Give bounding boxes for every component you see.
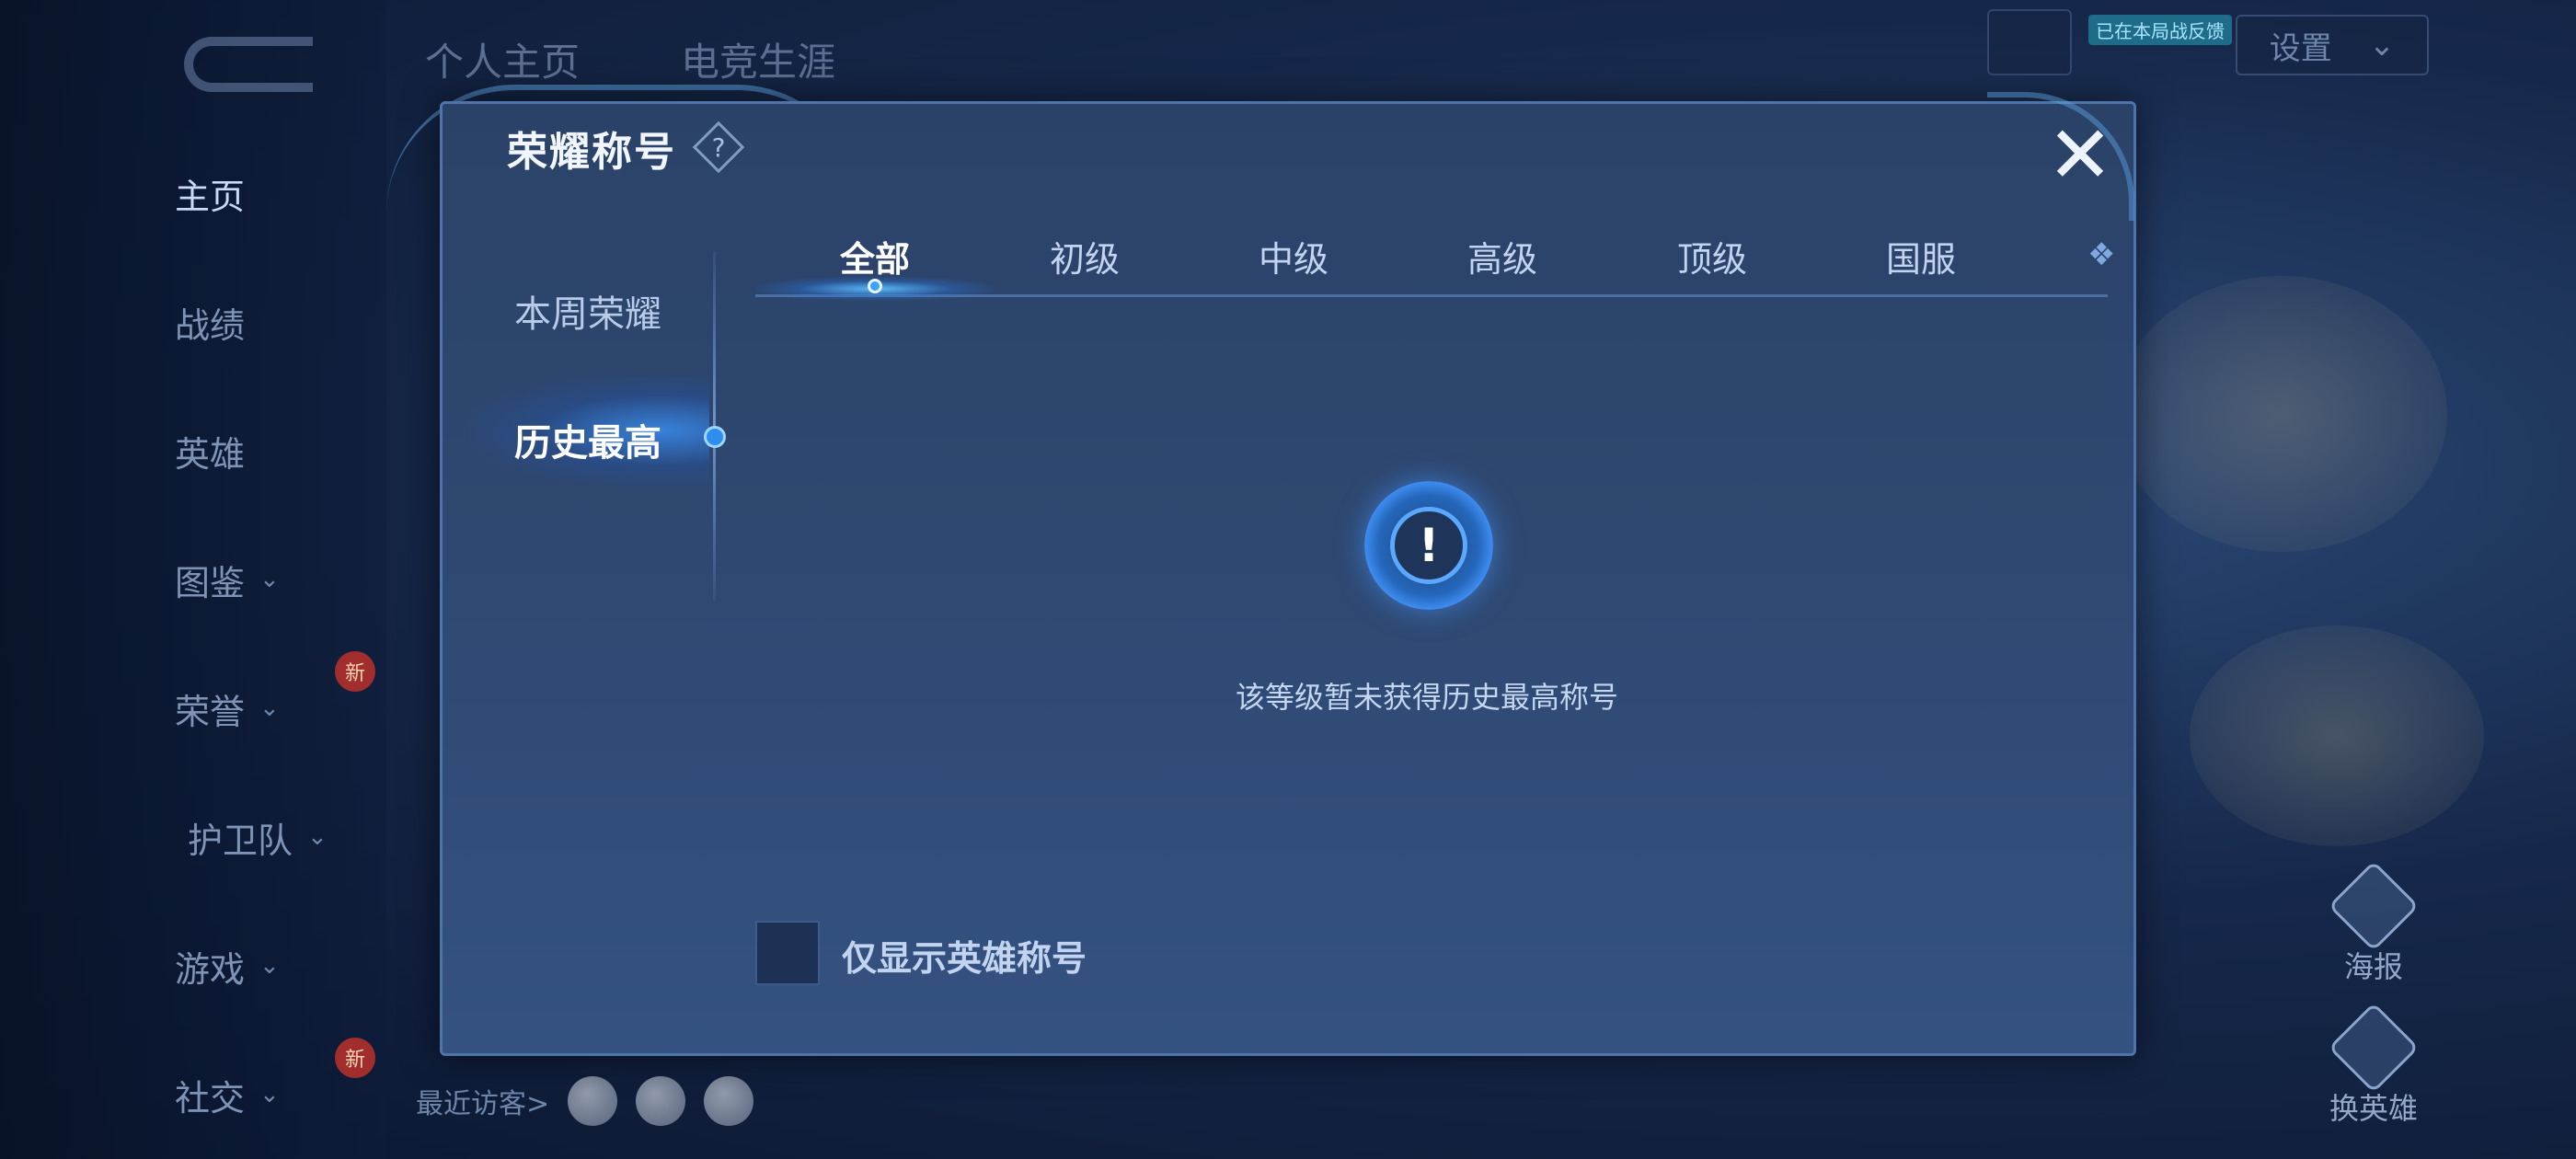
sidebar-item-label: 荣誉 xyxy=(175,691,246,732)
modal-title: 荣耀称号 xyxy=(507,129,676,176)
poster-icon xyxy=(2328,860,2420,952)
background-feather-decoration xyxy=(2190,625,2484,846)
chevron-down-icon: ⌄ xyxy=(259,566,280,593)
honor-title-modal: 荣耀称号 ? ✕ 本周荣耀 历史最高 全部 初级 中级 高级 顶级 国服 ❖ !… xyxy=(440,101,2136,1056)
tab-all[interactable]: 全部 xyxy=(811,231,939,281)
settings-label: 设置 xyxy=(2269,29,2332,67)
tab-national[interactable]: 国服 xyxy=(1857,231,1985,281)
poster-label: 海报 xyxy=(2343,949,2403,984)
recent-visitors[interactable]: 最近访客> xyxy=(416,1076,754,1126)
sidebar-item-label: 战绩 xyxy=(175,304,246,346)
level-tabs: 全部 初级 中级 高级 顶级 国服 ❖ xyxy=(755,224,2115,301)
exclamation-icon: ! xyxy=(1390,507,1467,584)
sidebar-item-honor[interactable]: 荣誉 ⌄ xyxy=(175,671,359,745)
side-tab-history-best[interactable]: 历史最高 xyxy=(514,413,661,466)
bg-tab-profile[interactable]: 个人主页 xyxy=(425,31,580,87)
sidebar-item-guard[interactable]: 护卫队 ⌄ xyxy=(188,800,372,874)
more-tabs-icon[interactable]: ❖ xyxy=(2087,236,2115,273)
sidebar-item-label: 社交 xyxy=(175,1077,246,1119)
hero-title-only-checkbox[interactable] xyxy=(755,921,820,985)
sidebar-item-game[interactable]: 游戏 ⌄ xyxy=(175,929,359,1003)
help-icon-glyph: ? xyxy=(711,132,726,163)
hero-title-only-label[interactable]: 仅显示英雄称号 xyxy=(842,930,1087,981)
empty-state-emblem: ! xyxy=(1355,472,1502,619)
empty-state-message: 该等级暂未获得历史最高称号 xyxy=(1235,680,1618,715)
sidebar-item-home[interactable]: 主页 xyxy=(175,156,359,230)
chevron-down-icon: ⌄ xyxy=(307,823,328,851)
qq-icon[interactable] xyxy=(1987,9,2072,75)
recent-visitors-label: 最近访客> xyxy=(416,1088,550,1120)
avatar[interactable] xyxy=(568,1076,618,1126)
sidebar-item-label: 游戏 xyxy=(175,948,246,990)
tab-middle[interactable]: 中级 xyxy=(1229,231,1358,281)
tab-junior[interactable]: 初级 xyxy=(1020,231,1149,281)
help-icon[interactable]: ? xyxy=(696,124,742,170)
switch-hero-icon xyxy=(2328,1002,2420,1094)
sidebar-item-label: 护卫队 xyxy=(188,820,293,861)
settings-dropdown[interactable]: 设置 ⌄ xyxy=(2236,15,2429,75)
sidebar-item-codex[interactable]: 图鉴 ⌄ xyxy=(175,543,359,616)
background-feather-decoration xyxy=(2116,276,2447,552)
new-badge: 新 xyxy=(335,651,375,692)
switch-hero-label: 换英雄 xyxy=(2329,1091,2418,1126)
sidebar-item-label: 图鉴 xyxy=(175,562,246,603)
sidebar-item-label: 主页 xyxy=(175,176,246,217)
side-tab-indicator-icon xyxy=(704,426,726,448)
tab-top[interactable]: 顶级 xyxy=(1648,231,1777,281)
side-tab-weekly[interactable]: 本周荣耀 xyxy=(514,284,661,338)
chevron-down-icon: ⌄ xyxy=(259,1081,280,1108)
tab-senior[interactable]: 高级 xyxy=(1438,231,1567,281)
new-badge: 新 xyxy=(335,1038,375,1078)
switch-hero-button[interactable]: 换英雄 xyxy=(2309,1002,2438,1128)
sidebar-item-label: 英雄 xyxy=(175,433,246,475)
poster-button[interactable]: 海报 xyxy=(2309,860,2438,986)
back-arrow-icon[interactable] xyxy=(184,37,313,92)
chevron-down-icon: ⌄ xyxy=(259,952,280,980)
live-tag: 已在本局战反馈 xyxy=(2088,15,2232,45)
avatar[interactable] xyxy=(636,1076,686,1126)
chevron-down-icon: ⌄ xyxy=(259,694,280,722)
bg-tab-esports[interactable]: 电竞生涯 xyxy=(681,31,835,87)
chevron-down-icon: ⌄ xyxy=(2368,27,2396,63)
avatar[interactable] xyxy=(704,1076,754,1126)
sidebar-item-heroes[interactable]: 英雄 xyxy=(175,414,359,488)
sidebar-item-social[interactable]: 社交 ⌄ xyxy=(175,1058,359,1131)
sidebar-item-record[interactable]: 战绩 xyxy=(175,285,359,359)
